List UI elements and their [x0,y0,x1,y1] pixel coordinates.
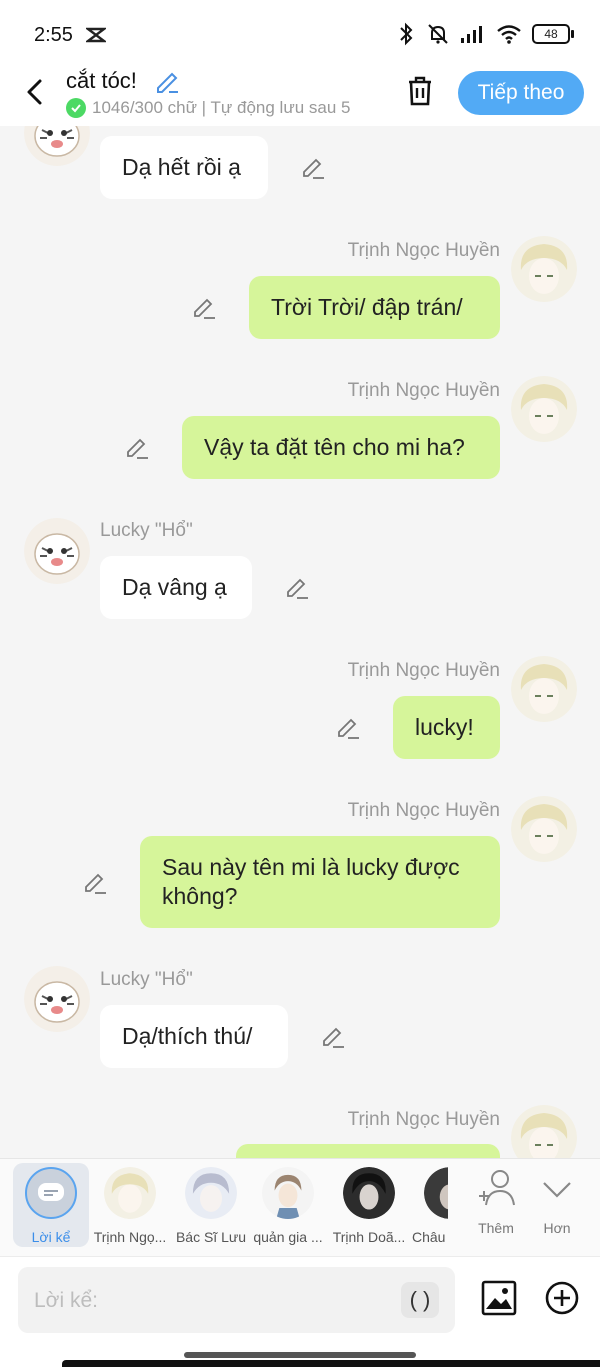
character-label: quản gia ... [253,1229,323,1245]
sender-name: Lucky "Hổ" [100,520,193,541]
sender-name: Lucky "Hổ" [100,969,193,990]
character-label: Trịnh Ngọ... [93,1229,167,1245]
sender-name: Trịnh Ngọc Huyền [347,240,500,261]
avatar [185,1167,237,1219]
mute-icon [428,24,448,44]
message-bubble[interactable]: Dạ vâng ạ [100,556,252,619]
add-person-icon [479,1170,515,1206]
edit-message-icon[interactable] [191,294,217,320]
avatar [262,1167,314,1219]
avatar [104,1167,156,1219]
message-input-box: ( ) [18,1267,455,1335]
system-nav-bar [0,1344,600,1367]
character-item[interactable]: Châu [404,1167,448,1245]
character-label: Châu [412,1229,446,1245]
check-icon [66,98,86,118]
action-paren-button[interactable]: ( ) [401,1282,439,1318]
message-bubble[interactable]: Dạ hết rồi ạ [100,136,268,199]
bluetooth-icon [400,22,413,46]
add-label: Thêm [478,1220,514,1236]
add-icon[interactable] [545,1281,579,1315]
sender-name: Trịnh Ngọc Huyền [347,1109,500,1130]
edit-title-icon[interactable] [154,68,180,94]
capcut-icon [86,27,106,43]
avatar [424,1167,448,1219]
character-bar: Lời kể Trịnh Ngọ... Bác Sĩ Lưu quản gia … [0,1158,600,1257]
nav-bar-strip [62,1360,600,1367]
back-arrow-icon[interactable] [20,75,50,109]
more-button[interactable]: Hơn [529,1169,585,1236]
character-item[interactable]: quản gia ... [250,1167,326,1245]
chevron-down-icon [543,1182,571,1198]
avatar [343,1167,395,1219]
character-narration[interactable]: Lời kể [13,1163,89,1247]
edit-message-icon[interactable] [300,154,326,180]
character-item[interactable]: Trịnh Doã... [331,1167,407,1245]
character-item[interactable]: Bác Sĩ Lưu [173,1167,249,1245]
status-icons: 48 [396,22,574,46]
user-avatar[interactable] [511,376,577,442]
wifi-icon [497,25,521,44]
user-avatar[interactable] [511,656,577,722]
message-bubble[interactable]: Trời Trời/ đập trán/ [249,276,500,339]
composer: ( ) [0,1256,600,1345]
edit-message-icon[interactable] [284,574,310,600]
trash-icon[interactable] [404,74,436,108]
user-avatar[interactable] [511,1105,577,1158]
signal-icon [461,26,482,43]
user-avatar[interactable] [511,796,577,862]
sender-name: Trịnh Ngọc Huyền [347,380,500,401]
page-title: cắt tóc! [66,68,137,93]
character-label: Trịnh Doã... [332,1229,406,1245]
tiger-avatar[interactable] [24,518,90,584]
home-handle[interactable] [184,1352,416,1358]
message-bubble[interactable]: Vậy ta đặt tên cho mi ha? [182,416,500,479]
narration-icon [25,1167,77,1219]
edit-message-icon[interactable] [335,714,361,740]
chat-area[interactable]: Dạ hết rồi ạ Trịnh Ngọc Huyền Trời Trời/… [0,126,600,1158]
character-label: Bác Sĩ Lưu [175,1229,247,1245]
save-status: 1046/300 chữ | Tự động lưu sau 5 [66,98,382,118]
edit-message-icon[interactable] [320,1023,346,1049]
message-input[interactable] [32,1267,396,1335]
tiger-avatar[interactable] [24,966,90,1032]
message-bubble[interactable] [236,1144,500,1158]
message-bubble[interactable]: Dạ/thích thú/ [100,1005,288,1068]
message-bubble[interactable]: Sau này tên mi là lucky được không? [140,836,500,928]
more-label: Hơn [543,1220,571,1236]
sender-name: Trịnh Ngọc Huyền [347,660,500,681]
image-icon[interactable] [480,1279,518,1317]
battery-indicator: 48 [532,24,574,44]
app-header: cắt tóc! 1046/300 chữ | Tự động lưu sau … [0,60,600,126]
character-item[interactable]: Trịnh Ngọ... [92,1167,168,1245]
status-time: 2:55 [34,24,73,46]
character-label: Lời kể [31,1229,71,1245]
edit-message-icon[interactable] [82,869,108,895]
user-avatar[interactable] [511,236,577,302]
save-status-text: 1046/300 chữ | Tự động lưu sau 5 [92,98,351,117]
add-character-button[interactable]: Thêm [468,1169,524,1236]
tiger-avatar[interactable] [24,126,90,166]
sender-name: Trịnh Ngọc Huyền [347,800,500,821]
edit-message-icon[interactable] [124,434,150,460]
next-button[interactable]: Tiếp theo [458,71,584,115]
message-bubble[interactable]: lucky! [393,696,500,759]
